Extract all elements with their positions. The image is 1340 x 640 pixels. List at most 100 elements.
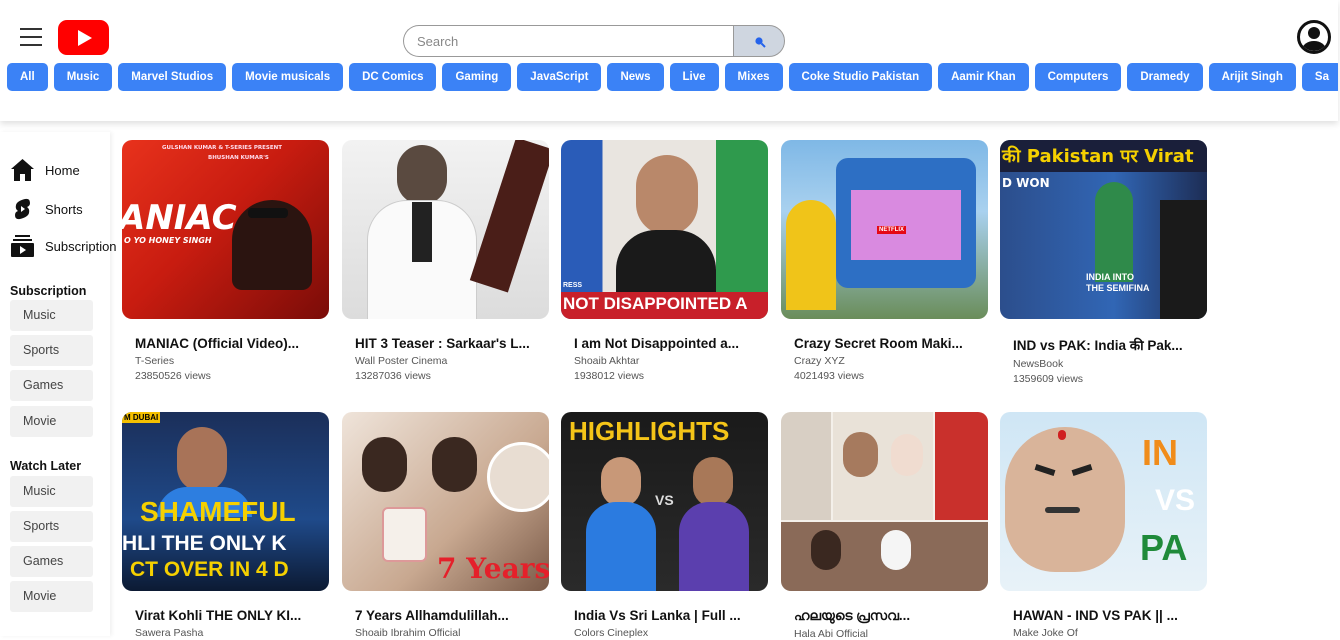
video-card[interactable]: ഹലയുടെ പ്രസവ... Hala Abi Official — [781, 412, 988, 640]
chip-computers[interactable]: Computers — [1034, 63, 1122, 91]
thumb-text: 7 Years — [437, 552, 549, 585]
chip-dc-comics[interactable]: DC Comics — [349, 63, 437, 91]
thumb-text: NETFLIX — [877, 226, 906, 234]
video-thumbnail[interactable]: NOT DISAPPOINTED A RESS — [561, 140, 768, 319]
thumb-text: CT OVER IN 4 D — [130, 558, 289, 581]
video-card[interactable]: HIT 3 Teaser : Sarkaar's L... Wall Poste… — [342, 140, 549, 382]
subscription-item-music[interactable]: Music — [10, 300, 93, 331]
sidebar-item-subscription[interactable]: Subscription — [10, 233, 117, 259]
watch-later-heading: Watch Later — [10, 459, 82, 473]
menu-icon[interactable] — [20, 28, 42, 46]
video-thumbnail[interactable]: NETFLIX — [781, 140, 988, 319]
chip-music[interactable]: Music — [53, 63, 113, 91]
home-icon — [11, 159, 34, 181]
shorts-icon — [15, 198, 30, 220]
video-title[interactable]: MANIAC (Official Video)... — [122, 336, 317, 351]
video-title[interactable]: India Vs Sri Lanka | Full ... — [561, 608, 756, 623]
video-channel[interactable]: Sawera Pasha — [122, 627, 329, 639]
video-channel[interactable]: Hala Abi Official — [781, 628, 988, 640]
thumb-text: NOT DISAPPOINTED A — [563, 294, 748, 313]
chip-sa[interactable]: Sa — [1301, 63, 1338, 91]
sidebar: Home Shorts Subscription Subscription Mu… — [0, 132, 117, 636]
video-thumbnail[interactable]: IN VS PA — [1000, 412, 1207, 591]
video-title[interactable]: 7 Years Allhamdulillah... — [342, 608, 537, 623]
thumb-text: O YO HONEY SINGH — [124, 236, 212, 245]
video-card[interactable]: GULSHAN KUMAR & T-SERIES PRESENT BHUSHAN… — [122, 140, 329, 382]
video-views: 1359609 views — [1013, 373, 1084, 385]
video-channel[interactable]: Shoaib Akhtar — [561, 355, 768, 367]
thumb-text: INDIA INTO — [1086, 272, 1135, 282]
search-button[interactable] — [733, 25, 785, 57]
video-channel[interactable]: Shoaib Ibrahim Official — [342, 627, 549, 639]
chip-news[interactable]: News — [607, 63, 664, 91]
thumb-text: ANIAC — [122, 198, 237, 238]
chip-dramedy[interactable]: Dramedy — [1127, 63, 1203, 91]
video-channel[interactable]: Wall Poster Cinema — [342, 355, 549, 367]
subscription-item-movie[interactable]: Movie — [10, 406, 93, 437]
thumb-text: D WON — [1002, 176, 1050, 190]
search-input[interactable] — [403, 25, 734, 57]
chip-aamir-khan[interactable]: Aamir Khan — [938, 63, 1029, 91]
video-card[interactable]: HIGHLIGHTS VS India Vs Sri Lanka | Full … — [561, 412, 768, 639]
subscription-item-games[interactable]: Games — [10, 370, 93, 401]
sidebar-item-home[interactable]: Home — [10, 157, 80, 183]
video-views: 4021493 views — [794, 370, 865, 382]
video-channel[interactable]: T-Series — [122, 355, 329, 367]
chip-all[interactable]: All — [7, 63, 48, 91]
thumb-text: BHUSHAN KUMAR'S — [208, 155, 269, 161]
video-channel[interactable]: Colors Cineplex — [561, 627, 768, 639]
thumb-text: PA — [1140, 527, 1188, 568]
video-title[interactable]: I am Not Disappointed a... — [561, 336, 756, 351]
thumb-text: HIGHLIGHTS — [569, 416, 730, 446]
sidebar-item-shorts[interactable]: Shorts — [10, 196, 83, 222]
subscription-item-sports[interactable]: Sports — [10, 335, 93, 366]
video-card[interactable]: NOT DISAPPOINTED A RESS I am Not Disappo… — [561, 140, 768, 382]
video-thumbnail[interactable] — [781, 412, 988, 591]
video-thumbnail[interactable]: 7 Years — [342, 412, 549, 591]
video-channel[interactable]: Crazy XYZ — [781, 355, 988, 367]
video-card[interactable]: की Pakistan पर Virat D WON INDIA INTO TH… — [1000, 140, 1207, 385]
video-title[interactable]: HAWAN - IND VS PAK || ... — [1000, 608, 1195, 623]
chip-gaming[interactable]: Gaming — [442, 63, 512, 91]
video-channel[interactable]: NewsBook — [1000, 358, 1207, 370]
video-card[interactable]: M DUBAI SHAMEFUL HLI THE ONLY K CT OVER … — [122, 412, 329, 639]
chip-mixes[interactable]: Mixes — [724, 63, 783, 91]
thumb-text: THE SEMIFINA — [1086, 283, 1150, 293]
chip-coke-studio-pakistan[interactable]: Coke Studio Pakistan — [788, 63, 933, 91]
watch-later-item-movie[interactable]: Movie — [10, 581, 93, 612]
thumb-text: VS — [1155, 484, 1196, 517]
video-thumbnail[interactable] — [342, 140, 549, 319]
chip-live[interactable]: Live — [669, 63, 719, 91]
video-title[interactable]: ഹലയുടെ പ്രസവ... — [781, 608, 976, 624]
video-views: 1938012 views — [574, 370, 645, 382]
video-views: 13287036 views — [355, 370, 431, 382]
subscription-heading: Subscription — [10, 284, 87, 298]
watch-later-item-games[interactable]: Games — [10, 546, 93, 577]
thumb-text: M DUBAI — [122, 412, 161, 423]
video-thumbnail[interactable]: M DUBAI SHAMEFUL HLI THE ONLY K CT OVER … — [122, 412, 329, 591]
video-card[interactable]: NETFLIX Crazy Secret Room Maki... Crazy … — [781, 140, 988, 382]
chip-movie-musicals[interactable]: Movie musicals — [232, 63, 344, 91]
video-thumbnail[interactable]: की Pakistan पर Virat D WON INDIA INTO TH… — [1000, 140, 1207, 319]
chip-marvel-studios[interactable]: Marvel Studios — [118, 63, 227, 91]
watch-later-item-music[interactable]: Music — [10, 476, 93, 507]
video-title[interactable]: Crazy Secret Room Maki... — [781, 336, 976, 351]
watch-later-item-sports[interactable]: Sports — [10, 511, 93, 542]
thumb-text: IN — [1142, 432, 1178, 473]
thumb-text: RESS — [563, 282, 583, 289]
video-card[interactable]: 7 Years 7 Years Allhamdulillah... Shoaib… — [342, 412, 549, 639]
video-thumbnail[interactable]: HIGHLIGHTS VS — [561, 412, 768, 591]
thumb-text: SHAMEFUL — [140, 496, 296, 527]
chip-arijit-singh[interactable]: Arijit Singh — [1208, 63, 1296, 91]
video-card[interactable]: IN VS PA HAWAN - IND VS PAK || ... Make … — [1000, 412, 1207, 639]
chip-javascript[interactable]: JavaScript — [517, 63, 602, 91]
video-thumbnail[interactable]: GULSHAN KUMAR & T-SERIES PRESENT BHUSHAN… — [122, 140, 329, 319]
video-channel[interactable]: Make Joke Of — [1000, 627, 1207, 639]
video-title[interactable]: Virat Kohli THE ONLY KI... — [122, 608, 317, 623]
sidebar-item-label: Home — [45, 162, 80, 178]
youtube-logo-icon[interactable] — [58, 20, 109, 55]
video-views: 23850526 views — [135, 370, 211, 382]
video-title[interactable]: IND vs PAK: India की Pak... — [1000, 336, 1195, 354]
user-avatar-icon[interactable] — [1297, 20, 1331, 54]
video-title[interactable]: HIT 3 Teaser : Sarkaar's L... — [342, 336, 537, 351]
